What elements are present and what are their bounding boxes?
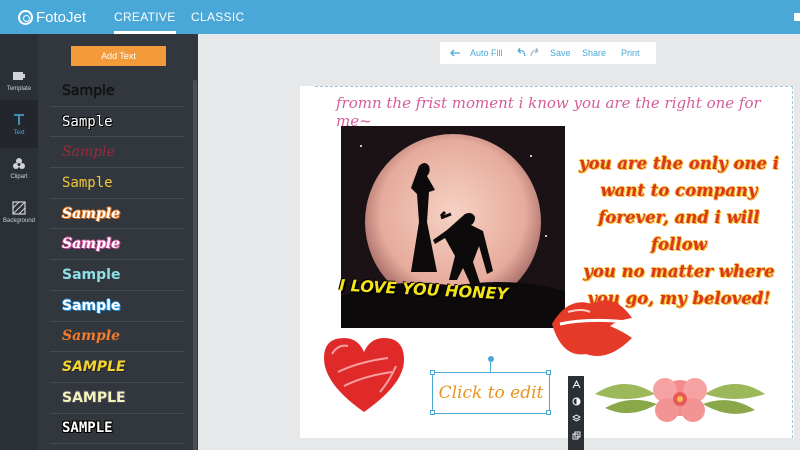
redo-icon[interactable] bbox=[529, 47, 541, 59]
duplicate-icon[interactable] bbox=[572, 427, 581, 444]
resize-handle[interactable] bbox=[546, 410, 551, 415]
logo-text: FotoJet bbox=[36, 8, 87, 26]
logo-icon bbox=[18, 9, 33, 25]
canvas-toolbar: Auto Fill Save Share Print bbox=[440, 42, 656, 64]
text-sample[interactable]: SAMPLE bbox=[50, 352, 185, 383]
rotate-handle[interactable] bbox=[488, 356, 494, 362]
clipart-icon bbox=[12, 157, 26, 171]
panel-scrollbar[interactable] bbox=[193, 80, 197, 450]
rotate-handle-line bbox=[490, 361, 491, 372]
background-icon bbox=[12, 200, 26, 215]
top-bar: FotoJet CREATIVE CLASSIC bbox=[0, 0, 800, 34]
text-sample[interactable]: Sample bbox=[50, 229, 185, 261]
save-button[interactable]: Save bbox=[550, 47, 571, 59]
tab-creative[interactable]: CREATIVE bbox=[114, 0, 176, 34]
lips-clipart[interactable] bbox=[548, 288, 636, 364]
font-style-icon[interactable] bbox=[572, 376, 581, 393]
text-sample[interactable]: SAMPLE bbox=[50, 383, 185, 414]
text-sample[interactable]: Sample bbox=[50, 260, 185, 291]
resize-handle[interactable] bbox=[430, 410, 435, 415]
fotojet-logo[interactable]: FotoJet bbox=[18, 8, 86, 26]
undo-icon[interactable] bbox=[515, 47, 527, 59]
left-icon-rail: Template Text Clipart Background bbox=[0, 34, 38, 450]
element-tools bbox=[568, 376, 584, 450]
rail-item-template[interactable]: Template bbox=[0, 56, 38, 104]
rail-item-text[interactable]: Text bbox=[0, 100, 38, 148]
rail-label-clipart: Clipart bbox=[10, 173, 28, 180]
resize-handle[interactable] bbox=[546, 370, 551, 375]
verse-line: you no matter where bbox=[583, 262, 775, 281]
text-sample[interactable]: Sample bbox=[50, 199, 185, 230]
click-to-edit-textbox[interactable]: Click to edit bbox=[432, 372, 550, 414]
text-panel: Add Text Sample Sample Sample Sample Sam… bbox=[38, 34, 198, 450]
text-sample-list: Sample Sample Sample Sample Sample Sampl… bbox=[50, 76, 185, 445]
rail-label-text: Text bbox=[13, 129, 25, 136]
auto-fill-button[interactable]: Auto Fill bbox=[470, 47, 503, 59]
text-sample[interactable]: SAMPLE bbox=[50, 414, 185, 445]
text-sample[interactable]: Sample bbox=[50, 76, 185, 107]
text-icon bbox=[12, 113, 26, 127]
rail-label-template: Template bbox=[6, 85, 32, 92]
resize-handle[interactable] bbox=[430, 370, 435, 375]
rail-item-background[interactable]: Background bbox=[0, 188, 38, 236]
back-arrow-icon[interactable] bbox=[449, 47, 461, 59]
rail-item-clipart[interactable]: Clipart bbox=[0, 144, 38, 192]
text-sample[interactable]: Sample bbox=[50, 322, 185, 353]
add-text-button[interactable]: Add Text bbox=[71, 46, 166, 66]
verse-line: forever, and i will follow bbox=[598, 208, 760, 254]
layer-icon[interactable] bbox=[571, 410, 581, 427]
tab-classic[interactable]: CLASSIC bbox=[191, 0, 244, 34]
heart-clipart[interactable] bbox=[318, 332, 410, 416]
verse-line: want to company bbox=[600, 181, 758, 200]
headline-text[interactable]: fromn the frist moment i know you are th… bbox=[336, 94, 776, 130]
color-icon[interactable] bbox=[572, 393, 581, 410]
text-sample[interactable]: Sample bbox=[50, 168, 185, 199]
template-icon bbox=[12, 69, 26, 83]
verse-line: you are the only one i bbox=[579, 154, 779, 173]
text-sample[interactable]: Sample bbox=[50, 107, 185, 138]
panel-toggle-icon[interactable] bbox=[794, 13, 800, 21]
text-sample[interactable]: Sample bbox=[50, 137, 185, 169]
rail-label-background: Background bbox=[2, 217, 36, 224]
text-sample[interactable]: Sample bbox=[50, 291, 185, 322]
print-button[interactable]: Print bbox=[621, 47, 640, 59]
flower-clipart[interactable] bbox=[585, 364, 775, 438]
share-button[interactable]: Share bbox=[582, 47, 606, 59]
